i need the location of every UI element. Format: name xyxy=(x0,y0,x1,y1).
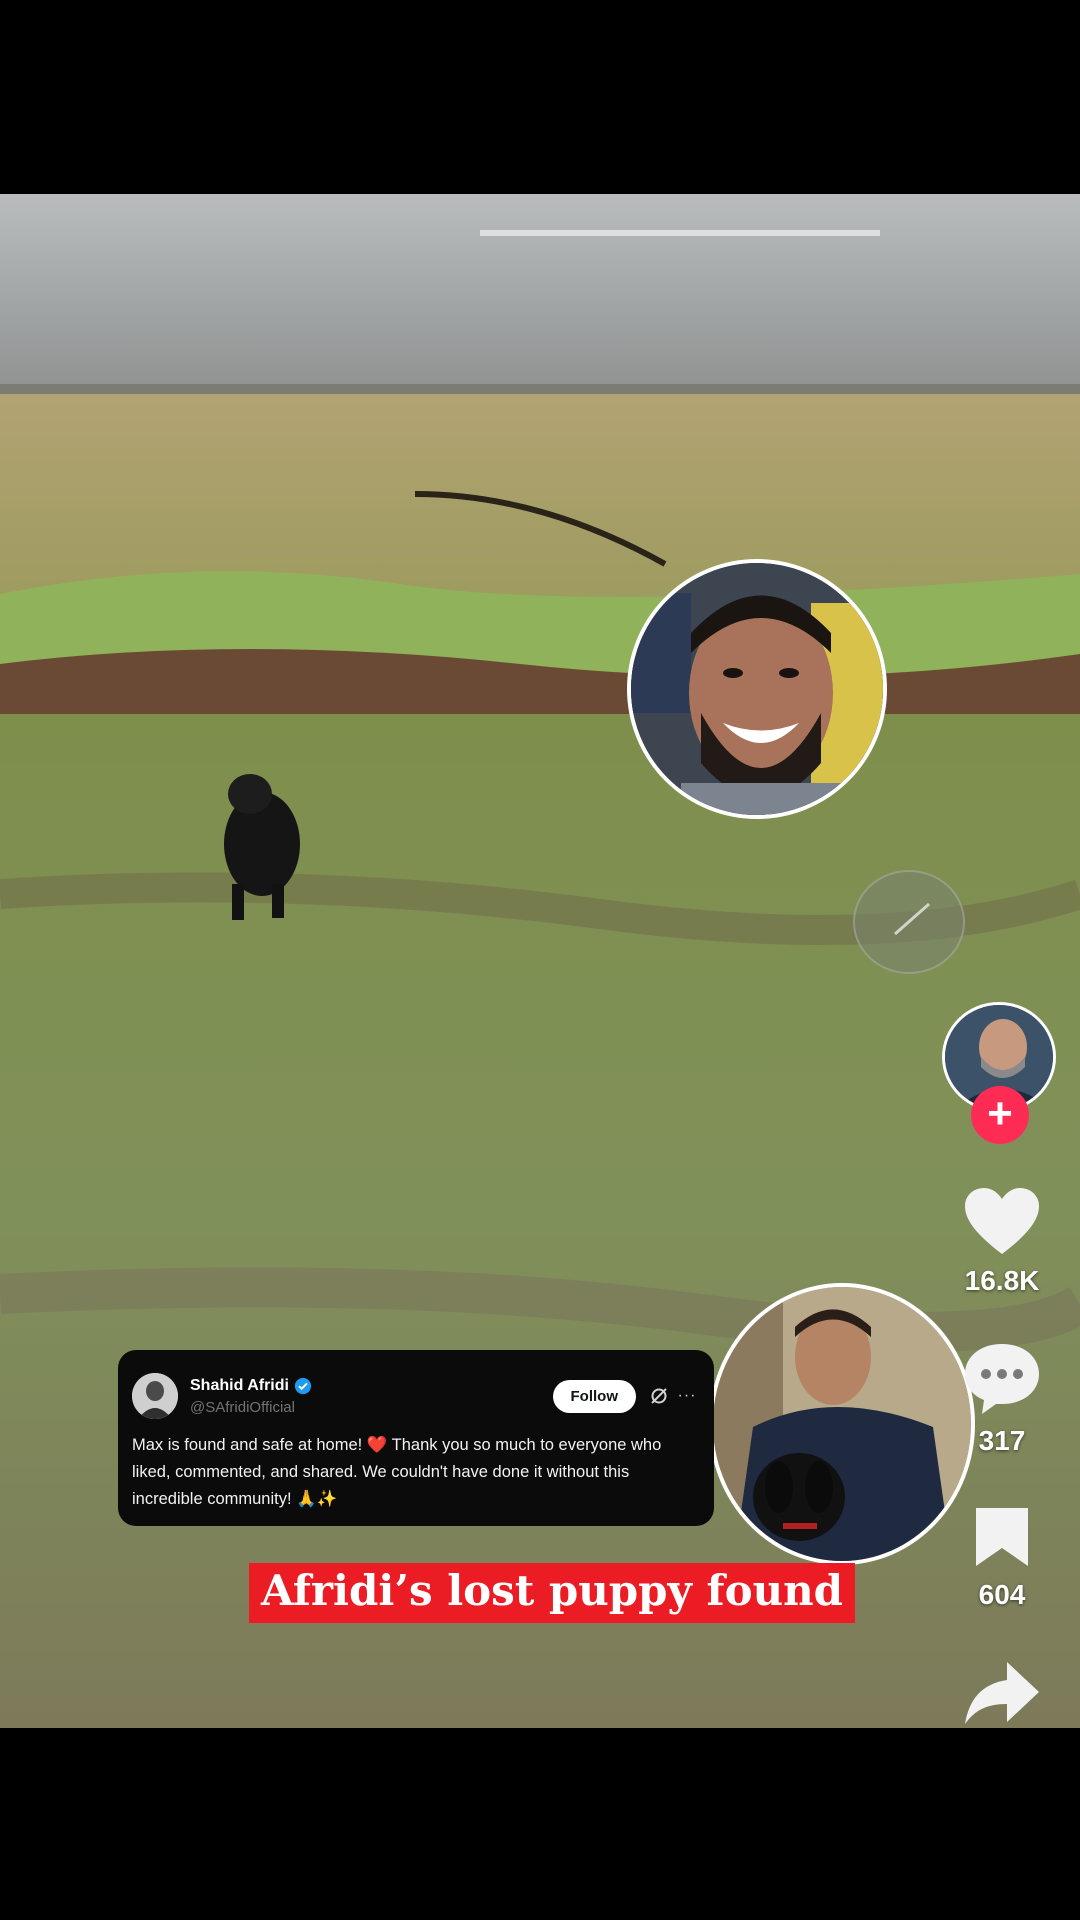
like-button[interactable]: 16.8K xyxy=(942,1186,1062,1297)
music-disc-icon[interactable] xyxy=(853,870,965,974)
bookmark-count: 604 xyxy=(978,1579,1026,1610)
share-icon xyxy=(965,1662,1039,1724)
bookmark-button[interactable]: 604 xyxy=(942,1504,1062,1611)
tweet-card[interactable]: Shahid Afridi @SAfridiOfficial Follow ··… xyxy=(118,1350,714,1526)
heart-icon xyxy=(965,1188,1039,1254)
grok-icon[interactable] xyxy=(648,1385,670,1407)
like-count: 16.8K xyxy=(964,1265,1040,1296)
comment-count: 317 xyxy=(978,1425,1026,1456)
tweet-author-name[interactable]: Shahid Afridi xyxy=(190,1377,289,1395)
more-icon[interactable]: ··· xyxy=(676,1385,698,1407)
tiktok-screen: Shahid Afridi @SAfridiOfficial Follow ··… xyxy=(0,0,1080,1920)
verified-icon xyxy=(294,1377,312,1394)
comment-button[interactable]: 317 xyxy=(942,1340,1062,1457)
reaction-face-bubble xyxy=(627,559,887,819)
bookmark-icon xyxy=(976,1508,1028,1566)
tweet-text: Max is found and safe at home! ❤️ Thank … xyxy=(132,1436,662,1508)
comment-icon xyxy=(965,1344,1039,1414)
video-caption: Afridi’s lost puppy found xyxy=(249,1563,856,1623)
tweet-author: Shahid Afridi @SAfridiOfficial xyxy=(190,1377,553,1416)
tweet-follow-button[interactable]: Follow xyxy=(552,1379,636,1413)
tweet-header: Shahid Afridi @SAfridiOfficial Follow ··… xyxy=(132,1368,698,1424)
tweet-avatar[interactable] xyxy=(132,1373,178,1419)
share-button[interactable] xyxy=(942,1658,1062,1733)
follow-plus-button[interactable]: + xyxy=(971,1086,1029,1144)
tweet-author-handle: @SAfridiOfficial xyxy=(190,1398,295,1416)
afridi-photo-bubble xyxy=(709,1283,975,1565)
